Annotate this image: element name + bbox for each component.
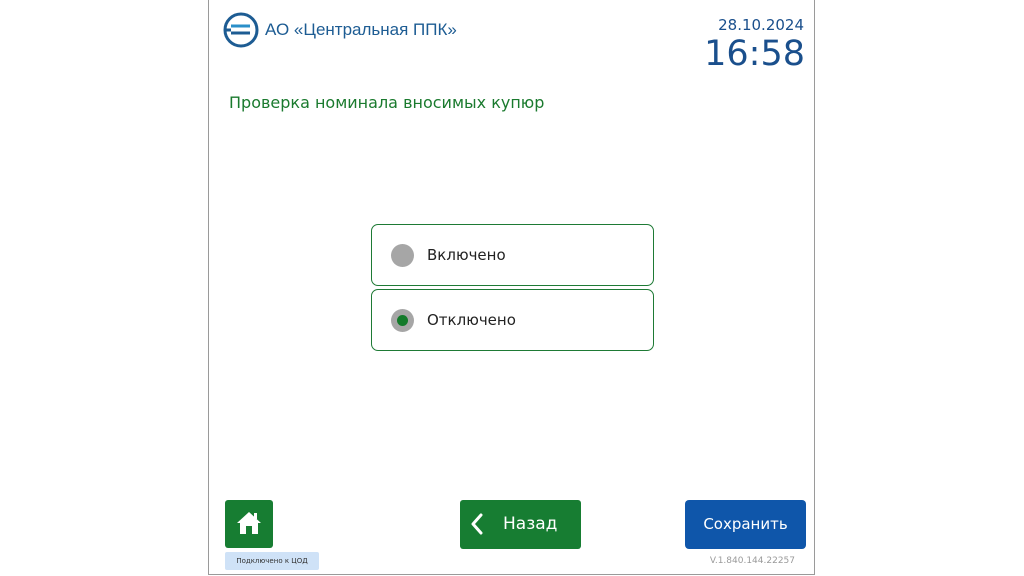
option-disabled[interactable]: Отключено — [371, 289, 654, 351]
back-button-label: Назад — [503, 514, 558, 534]
current-date: 28.10.2024 — [718, 16, 804, 34]
connection-status-badge: Подключено к ЦОД — [225, 552, 319, 570]
home-icon — [237, 512, 261, 534]
radio-dot — [397, 315, 408, 326]
page-title: Проверка номинала вносимых купюр — [229, 93, 545, 112]
version-label: V.1.840.144.22257 — [709, 556, 795, 566]
company-logo-icon — [223, 12, 259, 48]
back-button[interactable]: Назад — [460, 500, 581, 549]
option-enabled[interactable]: Включено — [371, 224, 654, 286]
kiosk-screen: АО «Центральная ППК» 28.10.2024 16:58 Пр… — [208, 0, 815, 575]
current-time: 16:58 — [704, 34, 805, 74]
option-label: Включено — [427, 246, 506, 264]
home-button[interactable] — [225, 500, 273, 548]
radio-selected-icon — [391, 309, 414, 332]
radio-unselected-icon — [391, 244, 414, 267]
company-name: АО «Центральная ППК» — [265, 20, 457, 39]
save-button[interactable]: Сохранить — [685, 500, 806, 549]
option-label: Отключено — [427, 311, 516, 329]
chevron-left-icon — [471, 513, 483, 535]
